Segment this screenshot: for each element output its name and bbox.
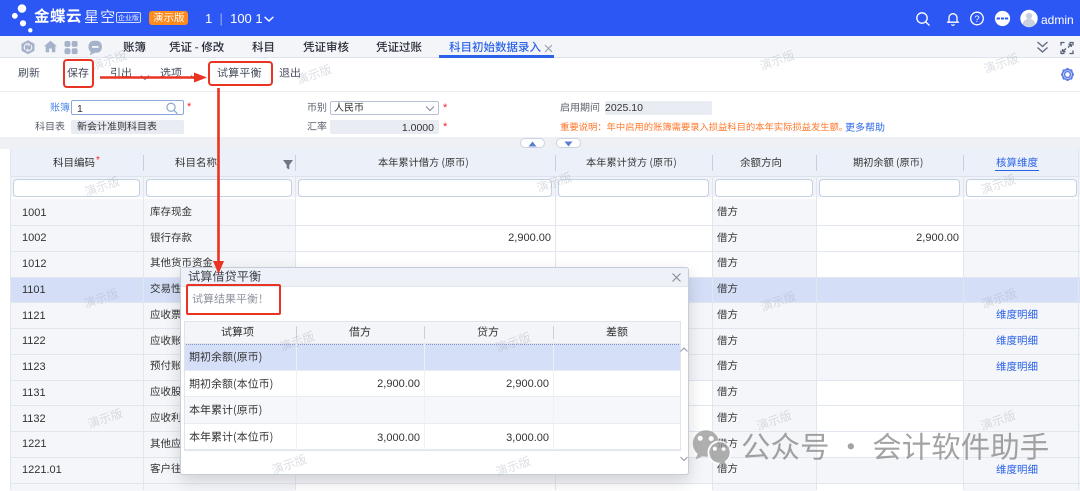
svg-text:?: ? (974, 14, 979, 25)
